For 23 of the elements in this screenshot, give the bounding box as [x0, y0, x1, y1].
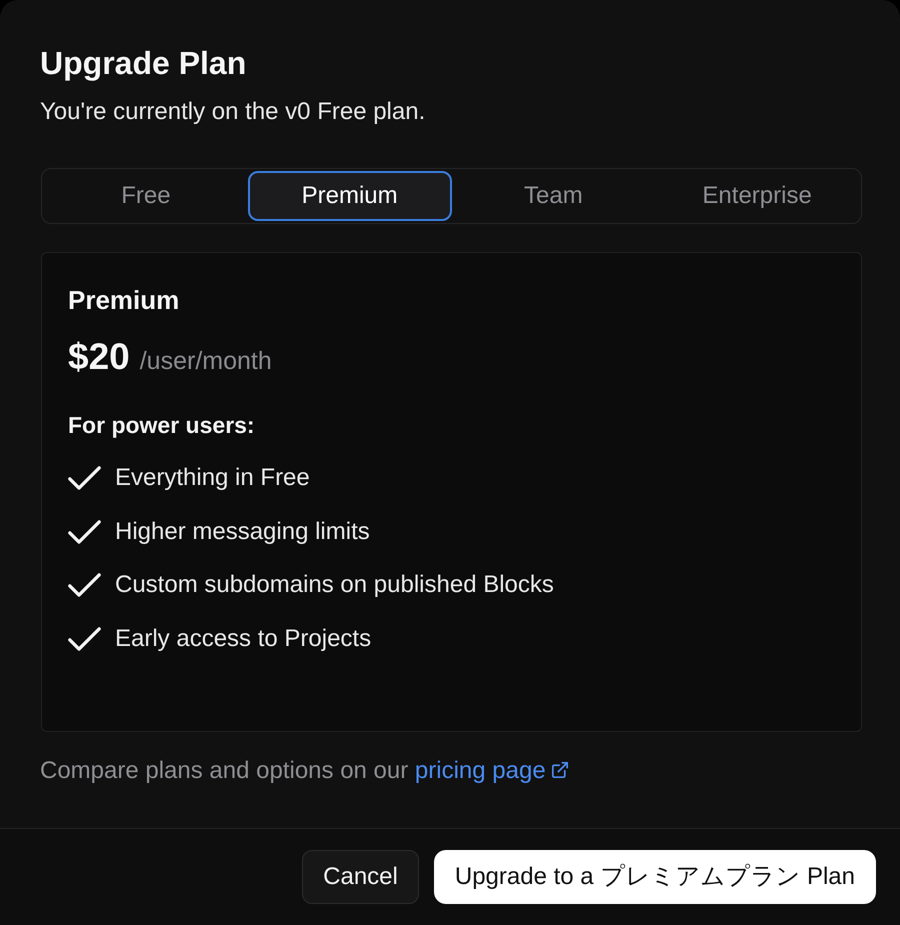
- feature-text: Higher messaging limits: [115, 516, 370, 546]
- dialog-subtitle: You're currently on the v0 Free plan.: [40, 97, 426, 127]
- plan-tab[interactable]: Premium: [248, 171, 452, 221]
- plan-tab[interactable]: Enterprise: [655, 171, 859, 221]
- cancel-button[interactable]: Cancel: [302, 850, 419, 904]
- pricing-note: Compare plans and options on our pricing page: [40, 756, 860, 786]
- dialog-title: Upgrade Plan: [40, 44, 248, 82]
- feature-text: Early access to Projects: [115, 624, 372, 654]
- external-link-icon: [552, 762, 568, 778]
- check-icon: [68, 626, 101, 650]
- features-heading: For power users:: [68, 411, 256, 440]
- feature-text: Everything in Free: [115, 463, 310, 493]
- pricing-page-link[interactable]: pricing page: [414, 757, 568, 784]
- plan-tab[interactable]: Team: [452, 171, 656, 221]
- check-icon: [68, 466, 101, 490]
- check-icon: [68, 520, 101, 544]
- plan-name: Premium: [68, 284, 180, 316]
- feature-text: Custom subdomains on published Blocks: [115, 570, 554, 600]
- check-icon: [68, 573, 101, 597]
- upgrade-button[interactable]: Upgrade to a プレミアムプラン Plan: [434, 850, 876, 904]
- plan-price: $20: [68, 335, 130, 379]
- price-period: /user/month: [140, 346, 272, 376]
- plan-tab[interactable]: Free: [44, 171, 248, 221]
